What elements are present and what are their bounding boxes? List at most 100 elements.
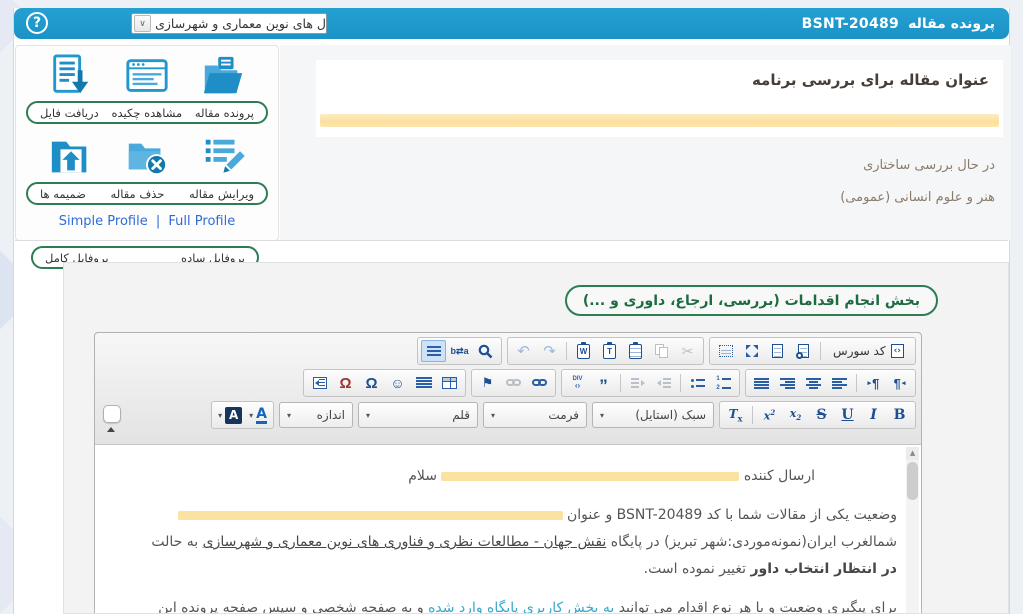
maximize-button[interactable] — [739, 340, 764, 362]
special-char-button[interactable]: Ω — [333, 372, 358, 394]
attachments-icon[interactable] — [48, 134, 94, 180]
undo-button[interactable]: ↶ — [511, 340, 536, 362]
status-bold: در انتظار انتخاب داور — [750, 561, 897, 577]
action-label[interactable]: ویرایش مقاله — [189, 187, 254, 201]
bold-icon: B — [894, 407, 906, 423]
section-divider — [15, 240, 1008, 241]
action-label[interactable]: پرونده مقاله — [195, 106, 254, 120]
subscript-icon: x2 — [790, 407, 801, 422]
journal-select[interactable]: ∨ ل های نوین معماری و شهرسازی — [131, 13, 327, 34]
subscript-button[interactable]: x2 — [783, 404, 808, 426]
div-container-button[interactable]: DIV‹› — [565, 372, 590, 394]
anchor-button[interactable]: ⚑ — [475, 372, 500, 394]
simple-profile-link[interactable]: Simple Profile — [59, 214, 148, 229]
redo-button[interactable]: ↷ — [537, 340, 562, 362]
blockquote-button[interactable]: ” — [591, 372, 616, 394]
journal-name-link[interactable]: نقش جهان - مطالعات نظری و فناوری های نوی… — [203, 534, 607, 550]
select-all-button[interactable] — [421, 340, 446, 362]
align-left-button[interactable] — [827, 372, 852, 394]
question-mark: ? — [33, 15, 41, 31]
insert-table-button[interactable] — [437, 372, 462, 394]
cut-button[interactable]: ✂ — [675, 340, 700, 362]
preview-button[interactable] — [791, 340, 816, 362]
show-blocks-icon — [719, 345, 733, 357]
text-direction-rtl-button[interactable]: ¶◂ — [887, 372, 912, 394]
superscript-icon: x2 — [764, 408, 775, 423]
underline-button[interactable]: U — [835, 404, 860, 426]
article-folder-icon[interactable] — [200, 53, 246, 99]
iframe-button[interactable] — [307, 372, 332, 394]
action-label[interactable]: دریافت فایل — [40, 106, 99, 120]
text-color-button[interactable]: ▾ A — [246, 404, 270, 426]
greeting-line: ارسال کننده سلام — [135, 463, 815, 490]
action-label[interactable]: حذف مقاله — [111, 187, 165, 201]
editor-toolbar: b⇄a ↶ ↷ W T — [95, 333, 921, 445]
unlink-icon — [506, 379, 522, 387]
edit-article-icon[interactable] — [200, 134, 246, 180]
unlink-button[interactable] — [501, 372, 526, 394]
view-abstract-icon[interactable] — [124, 53, 170, 99]
chevron-down-icon: ▾ — [491, 411, 495, 420]
bold-button[interactable]: B — [887, 404, 912, 426]
redo-icon: ↷ — [543, 342, 556, 360]
numbered-list-button[interactable]: 1 2 — [711, 372, 736, 394]
action-label[interactable]: مشاهده چکیده — [111, 106, 182, 120]
profile-links: Simple Profile | Full Profile — [16, 214, 278, 229]
paste-as-text-button[interactable]: T — [597, 340, 622, 362]
copy-button[interactable] — [649, 340, 674, 362]
remove-format-button[interactable]: Tx — [723, 404, 748, 426]
italic-icon: I — [870, 407, 877, 423]
editor-scrollbar[interactable]: ▲ — [906, 447, 919, 614]
chevron-down-icon: ▾ — [366, 411, 370, 420]
article-title: عنوان مقاله برای بررسی برنامه — [316, 60, 1003, 89]
help-icon[interactable]: ? — [26, 12, 48, 34]
paste-button[interactable] — [623, 340, 648, 362]
actions-labels-1: پرونده مقاله مشاهده چکیده دریافت فایل — [26, 101, 268, 124]
editor-content[interactable]: ارسال کننده سلام وضعیت یکی از مقالات شما… — [95, 445, 921, 614]
align-right-button[interactable] — [775, 372, 800, 394]
paste-from-word-button[interactable]: W — [571, 340, 596, 362]
full-profile-link[interactable]: Full Profile — [168, 214, 235, 229]
special-char-icon: Ω — [339, 375, 351, 392]
decrease-indent-button[interactable] — [625, 372, 650, 394]
paragraph-format-select[interactable]: ▾ فرمت — [483, 402, 587, 428]
scrollbar-thumb[interactable] — [907, 462, 918, 500]
iframe-icon — [313, 377, 327, 389]
font-family-select[interactable]: ▾ قلم — [358, 402, 478, 428]
link-button[interactable] — [527, 372, 552, 394]
source-code-button[interactable]: کد سورس ‹› — [825, 340, 912, 362]
italic-button[interactable]: I — [861, 404, 886, 426]
smiley-button[interactable]: ☺ — [385, 372, 410, 394]
toolbar-row-3: ▾ A ▾ A ▾ اندازه ▾ قلم — [95, 397, 921, 429]
strikethrough-button[interactable]: S — [809, 404, 834, 426]
replace-button[interactable]: b⇄a — [447, 340, 472, 362]
justify-block-button[interactable] — [749, 372, 774, 394]
delete-article-icon[interactable] — [124, 134, 170, 180]
symbol-icon: Ω — [365, 375, 377, 392]
align-center-button[interactable] — [801, 372, 826, 394]
symbol-button[interactable]: Ω — [359, 372, 384, 394]
login-link[interactable]: به بخش کاربری پایگاه وارد شده — [428, 600, 614, 614]
chevron-down-icon: ▾ — [287, 411, 291, 420]
font-size-select[interactable]: ▾ اندازه — [279, 402, 353, 428]
scroll-up-icon[interactable]: ▲ — [906, 447, 919, 460]
superscript-button[interactable]: x2 — [757, 404, 782, 426]
find-button[interactable] — [473, 340, 498, 362]
background-color-button[interactable]: ▾ A — [215, 404, 245, 426]
select-all-icon — [427, 346, 441, 357]
smiley-icon: ☺ — [390, 375, 404, 391]
templates-button[interactable] — [765, 340, 790, 362]
text-direction-ltr-button[interactable]: ▸¶ — [861, 372, 886, 394]
toolbar-collapse-button[interactable] — [103, 405, 121, 423]
action-label[interactable]: ضمیمه ها — [40, 187, 86, 201]
style-select[interactable]: ▾ سبک (استایل) — [592, 402, 714, 428]
show-blocks-button[interactable] — [713, 340, 738, 362]
main-container: پرونده مقاله BSNT-20489 ∨ ل های نوین معم… — [13, 8, 1010, 614]
bulleted-list-button[interactable] — [685, 372, 710, 394]
actions-labels-2: ویرایش مقاله حذف مقاله ضمیمه ها — [26, 182, 268, 205]
horizontal-rule-button[interactable] — [411, 372, 436, 394]
actions-row-1 — [16, 53, 278, 99]
cut-icon: ✂ — [682, 343, 694, 360]
increase-indent-button[interactable] — [651, 372, 676, 394]
download-file-icon[interactable] — [48, 53, 94, 99]
